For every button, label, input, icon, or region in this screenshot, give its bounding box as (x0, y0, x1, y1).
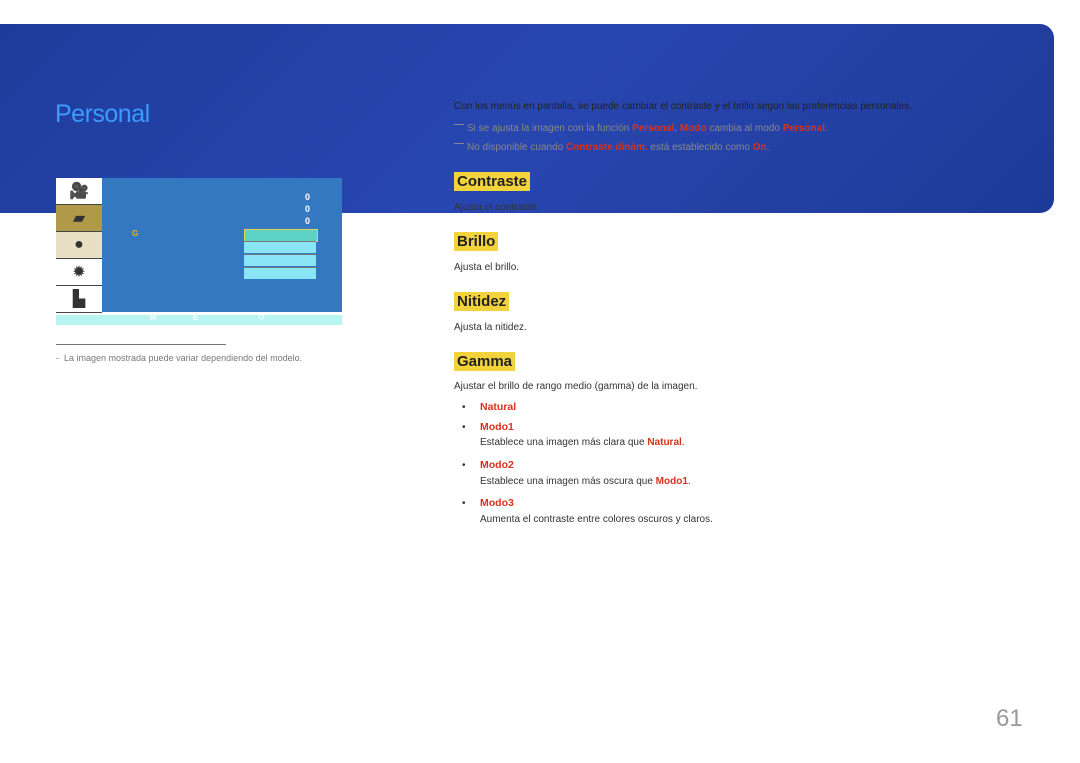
heading-brillo: Brillo (454, 232, 499, 251)
osd-screenshot: 🎥 ▰ ● ✹ ▙ 0 0 0 G M E ↺ (56, 178, 342, 325)
heading-contraste: Contraste (454, 172, 531, 191)
support-icon: ▙ (56, 286, 102, 313)
osd-value: 0 (305, 204, 311, 214)
option-modo2-desc: Establece una imagen más oscura que Modo… (480, 476, 691, 487)
page-title: Personal (55, 100, 150, 128)
return-icon: ↺ (258, 312, 266, 322)
text-gamma: Ajustar el brillo de rango medio (gamma)… (454, 381, 698, 392)
osd-option (244, 241, 316, 253)
heading-gamma: Gamma (454, 352, 516, 371)
page-number: 61 (996, 705, 1023, 732)
text-nitidez: Ajusta la nitidez. (454, 322, 527, 333)
option-modo1-desc: Establece una imagen más clara que Natur… (480, 437, 685, 448)
osd-value: 0 (305, 192, 311, 202)
option-modo3-desc: Aumenta el contraste entre colores oscur… (480, 514, 713, 525)
screen-icon: ▰ (56, 205, 102, 232)
option-modo3: Modo3 (480, 497, 514, 509)
osd-panel: 0 0 0 G (102, 178, 342, 312)
osd-value: 0 (305, 216, 311, 226)
heading-nitidez: Nitidez (454, 292, 510, 311)
option-modo2: Modo2 (480, 459, 514, 471)
footnote-rule (56, 344, 226, 345)
sound-icon: ● (56, 232, 102, 259)
osd-gamma-label: G (132, 229, 139, 238)
option-modo1: Modo1 (480, 421, 514, 433)
osd-nav-bar: M E ↺ (56, 312, 342, 325)
osd-option (244, 267, 316, 279)
osd-sidebar: 🎥 ▰ ● ✹ ▙ (56, 178, 102, 315)
picture-icon: 🎥 (56, 178, 102, 205)
osd-option (244, 254, 316, 266)
gear-icon: ✹ (56, 259, 102, 286)
footnote: - La imagen mostrada puede variar depend… (56, 353, 303, 363)
text-contraste: Ajusta el contraste. (454, 202, 540, 213)
note-2: No disponible cuando Contraste dinám. es… (454, 142, 769, 153)
option-natural: Natural (480, 401, 517, 413)
intro-text: Con los menús en pantalla, se puede camb… (454, 101, 913, 112)
note-1: Si se ajusta la imagen con la función Pe… (454, 123, 828, 134)
text-brillo: Ajusta el brillo. (454, 262, 520, 273)
